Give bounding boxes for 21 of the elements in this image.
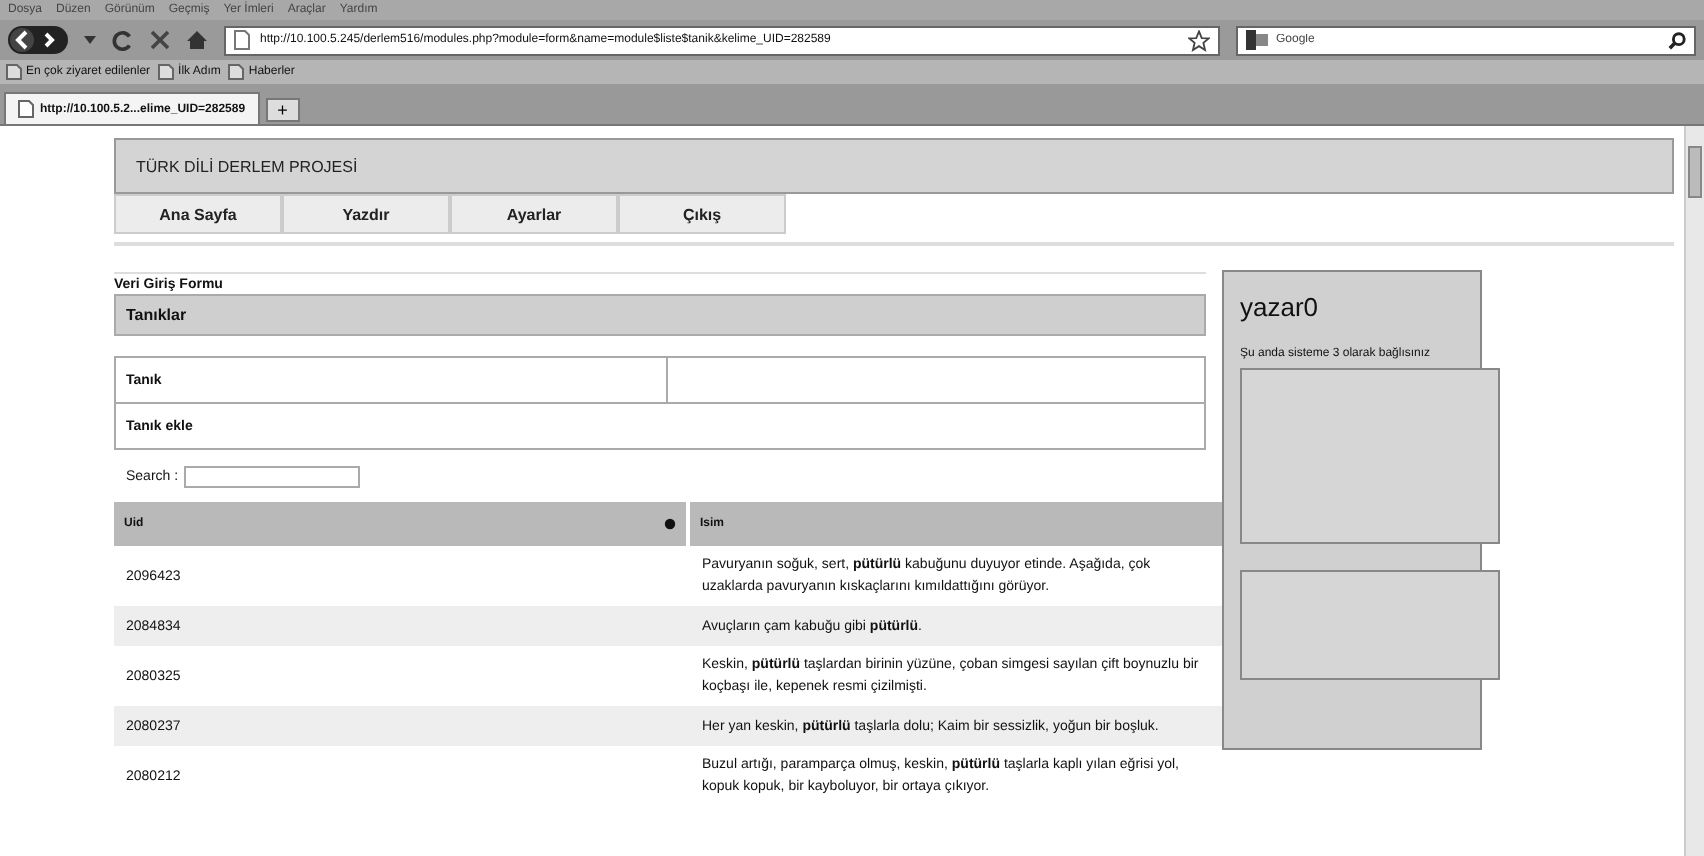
star-icon[interactable] (1188, 29, 1210, 51)
back-forward-button[interactable] (8, 26, 68, 54)
page-icon (18, 100, 34, 118)
dropdown-arrow-icon[interactable] (84, 34, 96, 46)
new-tab-button[interactable]: + (265, 98, 300, 122)
user-name: yazar0 (1240, 292, 1321, 322)
sort-icon[interactable] (664, 518, 676, 530)
home-icon[interactable] (186, 30, 208, 50)
nav-tab[interactable]: Çıkış (618, 194, 786, 234)
nav-tab[interactable]: Yazdır (282, 194, 450, 234)
stop-icon[interactable] (150, 30, 170, 50)
nav-tab[interactable]: Ayarlar (450, 194, 618, 234)
reload-icon[interactable] (112, 29, 134, 51)
search-field[interactable] (184, 465, 361, 487)
search-icon[interactable] (1668, 31, 1686, 49)
heading-text: Tanıklar (126, 306, 187, 324)
page-icon (6, 64, 22, 80)
nav-tab[interactable]: Ana Sayfa (114, 194, 282, 234)
page-icon (158, 64, 175, 80)
site-title: TÜRK DİLİ DERLEM PROJESİ (136, 157, 358, 175)
scrollbar[interactable] (1684, 126, 1704, 856)
